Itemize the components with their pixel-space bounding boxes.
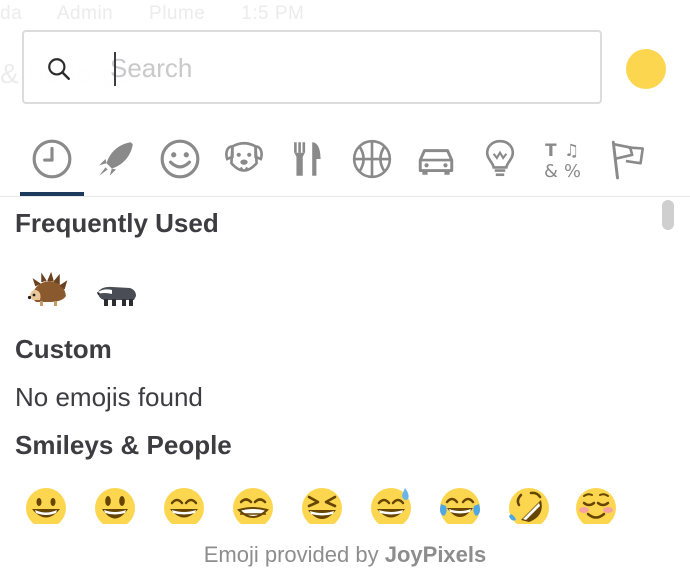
tab-travel[interactable] bbox=[404, 132, 468, 196]
basketball-icon bbox=[352, 139, 392, 179]
svg-text:%: % bbox=[564, 161, 581, 180]
smile-face-icon bbox=[164, 488, 204, 524]
fork-knife-icon bbox=[294, 142, 321, 176]
footer-brand: JoyPixels bbox=[384, 542, 487, 567]
footer-credit: Emoji provided by JoyPixels bbox=[0, 526, 690, 574]
emoji-sweat-smile[interactable] bbox=[367, 484, 415, 524]
grinning-face-icon bbox=[26, 488, 66, 524]
smiley-face-icon bbox=[95, 488, 135, 524]
svg-text:♫: ♫ bbox=[564, 140, 579, 160]
section-title-custom: Custom bbox=[15, 334, 112, 364]
hedgehog-icon bbox=[27, 271, 68, 306]
category-tabs: T ♫ & % bbox=[12, 132, 672, 196]
emoji-smile[interactable] bbox=[160, 484, 208, 524]
symbols-icon: T ♫ & % bbox=[544, 140, 581, 180]
search-input[interactable] bbox=[110, 50, 560, 86]
joy-face-icon bbox=[440, 488, 480, 524]
laughing-face-icon bbox=[302, 488, 342, 524]
emoji-grin[interactable] bbox=[229, 484, 277, 524]
footer-prefix: Emoji provided by bbox=[203, 542, 385, 567]
emoji-hedgehog[interactable] bbox=[24, 268, 72, 316]
clock-icon bbox=[32, 139, 72, 179]
custom-empty-text: No emojis found bbox=[15, 382, 203, 412]
skin-tone-button[interactable] bbox=[626, 49, 666, 89]
section-title-smileys-people: Smileys & People bbox=[15, 430, 232, 460]
emoji-blush[interactable] bbox=[572, 484, 620, 524]
svg-text:T: T bbox=[545, 140, 557, 160]
search-box[interactable] bbox=[22, 30, 602, 104]
tab-symbols[interactable]: T ♫ & % bbox=[532, 132, 596, 196]
grin-face-icon bbox=[233, 488, 273, 524]
tab-sports[interactable] bbox=[340, 132, 404, 196]
tabs-divider bbox=[0, 196, 690, 197]
emoji-badger[interactable] bbox=[92, 268, 140, 316]
tab-activity[interactable] bbox=[84, 132, 148, 196]
lightbulb-icon bbox=[485, 139, 515, 177]
emoji-joy[interactable] bbox=[436, 484, 484, 524]
flag-icon bbox=[611, 140, 645, 180]
tab-objects[interactable] bbox=[468, 132, 532, 196]
car-icon bbox=[418, 149, 454, 175]
dog-icon bbox=[225, 141, 263, 172]
emoji-grinning[interactable] bbox=[22, 484, 70, 524]
emoji-picker: T ♫ & % Frequently Used bbox=[0, 0, 690, 574]
emoji-list[interactable]: Frequently Used Custom No emojis found S… bbox=[0, 198, 660, 524]
rocket-icon bbox=[99, 142, 133, 176]
badger-icon bbox=[97, 286, 136, 306]
blush-face-icon bbox=[576, 488, 616, 524]
emoji-rofl[interactable] bbox=[505, 484, 553, 524]
tab-nature[interactable] bbox=[212, 132, 276, 196]
tab-recent[interactable] bbox=[20, 132, 84, 196]
emoji-laughing[interactable] bbox=[298, 484, 346, 524]
tab-people[interactable] bbox=[148, 132, 212, 196]
smiley-icon bbox=[160, 139, 200, 179]
emoji-smiley[interactable] bbox=[91, 484, 139, 524]
text-cursor bbox=[114, 52, 116, 86]
scrollbar-track[interactable] bbox=[660, 198, 676, 524]
sweat-smile-face-icon bbox=[371, 488, 411, 524]
tab-flags[interactable] bbox=[596, 132, 660, 196]
tab-food[interactable] bbox=[276, 132, 340, 196]
svg-text:&: & bbox=[544, 161, 558, 180]
rofl-face-icon bbox=[509, 488, 549, 524]
section-title-frequently-used: Frequently Used bbox=[15, 208, 219, 238]
search-icon bbox=[48, 58, 70, 80]
scrollbar-thumb[interactable] bbox=[662, 200, 674, 230]
